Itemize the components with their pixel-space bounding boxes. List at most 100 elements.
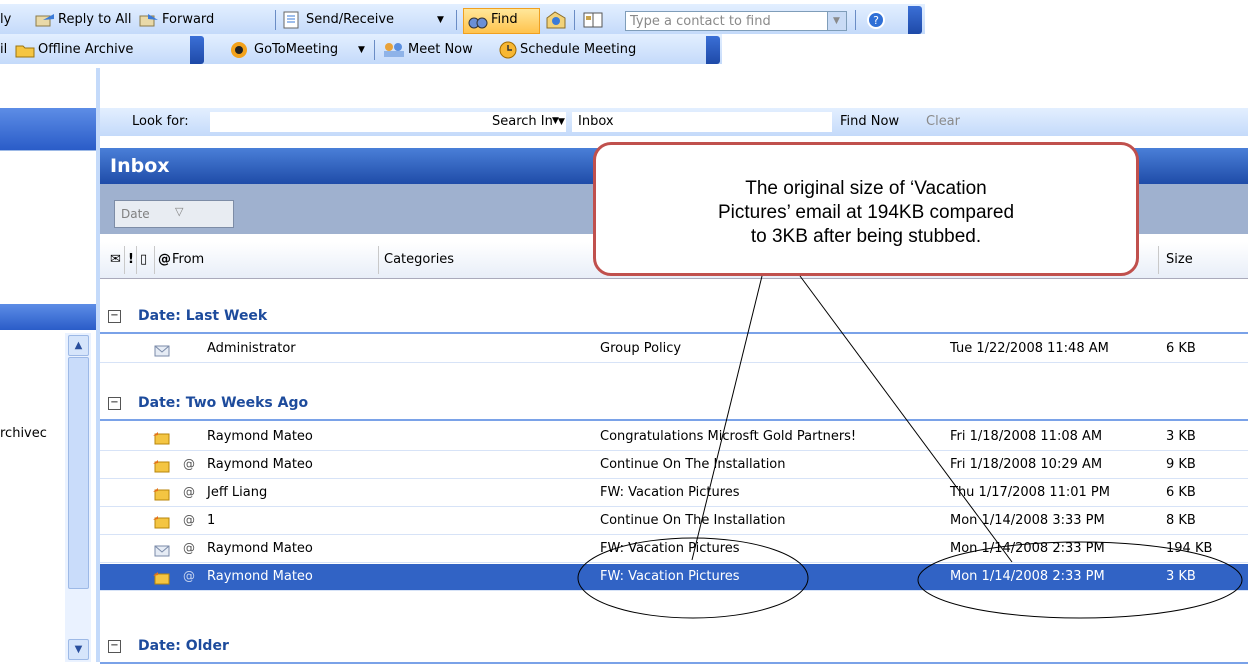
find-bar: Look for: ▼ Search In ▼ Inbox Find Now C… (100, 108, 1248, 136)
scroll-up-icon[interactable]: ▲ (68, 335, 89, 356)
mail-button[interactable]: il (0, 42, 7, 57)
type-column-icon[interactable]: ▯ (140, 252, 147, 267)
find-label: Find (491, 12, 518, 27)
attachment-column-icon[interactable]: @ (158, 252, 171, 267)
contact-search-input[interactable]: Type a contact to find ▼ (625, 11, 847, 31)
group-header[interactable]: − Date: Last Week (100, 304, 1248, 334)
column-separator (124, 246, 125, 274)
message-received: Thu 1/17/2008 11:01 PM (950, 485, 1110, 500)
envelope-icon (152, 514, 170, 529)
message-received: Mon 1/14/2008 2:33 PM (950, 569, 1105, 584)
group-header[interactable]: − Date: Two Weeks Ago (100, 391, 1248, 421)
schedule-meeting-button[interactable]: Schedule Meeting (520, 42, 636, 57)
callout-line-2: Pictures’ email at 194KB compared (717, 202, 1015, 223)
message-subject: Continue On The Installation (600, 513, 786, 528)
message-size: 194 KB (1166, 541, 1213, 556)
priority-column-icon[interactable]: ! (128, 252, 134, 267)
clear-button[interactable]: Clear (926, 114, 960, 129)
contact-search-placeholder: Type a contact to find (630, 14, 771, 29)
send-receive-dropdown-icon[interactable]: ▼ (437, 15, 444, 25)
size-column-header[interactable]: Size (1166, 252, 1193, 267)
message-subject: FW: Vacation Pictures (600, 569, 740, 584)
search-in-button[interactable]: Search In (492, 114, 553, 129)
message-size: 6 KB (1166, 485, 1196, 500)
collapse-icon[interactable]: − (108, 397, 121, 410)
offline-archive-button[interactable]: Offline Archive (38, 42, 133, 57)
reply-button[interactable]: ly (0, 12, 11, 27)
column-separator (1158, 246, 1159, 274)
find-button[interactable]: Find (463, 8, 540, 34)
table-row[interactable]: @1 Continue On The Installation Mon 1/14/2… (100, 508, 1248, 535)
annotation-callout: The original size of ‘Vacation Pictures’… (593, 142, 1139, 276)
arrange-by-label: Date (121, 207, 150, 221)
envelope-icon (152, 342, 170, 357)
column-separator (136, 246, 137, 274)
forward-icon (138, 11, 160, 32)
help-icon[interactable]: ? (866, 10, 886, 33)
collapse-icon[interactable]: − (108, 310, 121, 323)
contact-dropdown-icon[interactable]: ▼ (827, 12, 846, 30)
toolbar-separator (374, 40, 375, 60)
toolbar-options-icon[interactable] (190, 36, 204, 64)
importance-column-icon[interactable]: ✉ (110, 252, 121, 267)
envelope-icon (152, 570, 170, 585)
standard-toolbar: ly Reply to All Forward Send/Receive ▼ F… (0, 4, 925, 34)
search-in-dropdown-icon[interactable]: ▼ (558, 117, 565, 127)
message-size: 9 KB (1166, 457, 1196, 472)
gotomeeting-dropdown-icon[interactable]: ▼ (358, 45, 365, 55)
look-for-label: Look for: (132, 114, 189, 129)
reply-all-icon (34, 11, 56, 32)
scroll-down-icon[interactable]: ▼ (68, 639, 89, 660)
message-size: 6 KB (1166, 341, 1196, 356)
find-binoculars-icon (468, 12, 488, 33)
message-size: 8 KB (1166, 513, 1196, 528)
toolbar-separator (574, 10, 575, 30)
collapse-icon[interactable]: − (108, 640, 121, 653)
message-received: Fri 1/18/2008 10:29 AM (950, 457, 1103, 472)
address-book-icon[interactable] (582, 10, 604, 33)
message-received: Mon 1/14/2008 3:33 PM (950, 513, 1105, 528)
search-in-field[interactable]: Inbox (572, 112, 832, 132)
envelope-icon (152, 542, 170, 557)
toolbar-options-icon[interactable] (908, 6, 922, 34)
send-receive-button[interactable]: Send/Receive (306, 12, 394, 27)
sort-descending-icon: ▽ (175, 205, 184, 218)
offline-archive-icon (14, 40, 36, 63)
nav-divider (0, 150, 96, 151)
message-from: Raymond Mateo (207, 429, 313, 444)
find-now-button[interactable]: Find Now (840, 114, 899, 129)
folder-scrollbar[interactable]: ▲ ▼ (65, 333, 91, 662)
organize-icon[interactable] (545, 10, 567, 33)
message-received: Fri 1/18/2008 11:08 AM (950, 429, 1103, 444)
table-row[interactable]: Administrator Group Policy Tue 1/22/2008 1… (100, 336, 1248, 363)
table-row[interactable]: @ Raymond Mateo Continue On The Installati… (100, 452, 1248, 479)
envelope-icon (152, 486, 170, 501)
gotomeeting-icon (228, 40, 250, 63)
forward-button[interactable]: Forward (162, 12, 214, 27)
table-row[interactable]: @ Raymond Mateo FW: Vacation Pictures Mon 1… (100, 536, 1248, 563)
toolbar-options-icon[interactable] (706, 36, 720, 64)
callout-line-3: to 3KB after being stubbed. (750, 226, 982, 247)
table-row[interactable]: @ Jeff Liang FW: Vacation Pictures Thu 1/17… (100, 480, 1248, 507)
clock-icon (498, 40, 518, 63)
table-row[interactable]: @ Raymond Mateo FW: Vacation Pictures Mon 1… (100, 564, 1248, 591)
envelope-icon (152, 430, 170, 445)
message-subject: Congratulations Microsft Gold Partners! (600, 429, 857, 444)
gotomeeting-button[interactable]: GoToMeeting (254, 42, 338, 57)
attachment-icon: @ (183, 541, 195, 555)
table-row[interactable]: Raymond Mateo Congratulations Microsft Go… (100, 424, 1248, 451)
reply-all-button[interactable]: Reply to All (58, 12, 131, 27)
categories-column-header[interactable]: Categories (384, 252, 454, 267)
group-header[interactable]: − Date: Older (100, 634, 1248, 664)
scroll-thumb[interactable] (68, 357, 89, 589)
attachment-icon: @ (183, 485, 195, 499)
from-column-header[interactable]: From (172, 252, 204, 267)
message-from: Raymond Mateo (207, 541, 313, 556)
archived-folder-item[interactable]: rchivec (0, 426, 47, 441)
attachment-icon: @ (183, 457, 195, 471)
toolbar-separator (275, 10, 276, 30)
arrange-by-date-button[interactable]: Date ▽ (114, 200, 234, 228)
message-size: 3 KB (1166, 569, 1196, 584)
meet-now-button[interactable]: Meet Now (408, 42, 473, 57)
group-label: Date: Two Weeks Ago (138, 395, 309, 411)
